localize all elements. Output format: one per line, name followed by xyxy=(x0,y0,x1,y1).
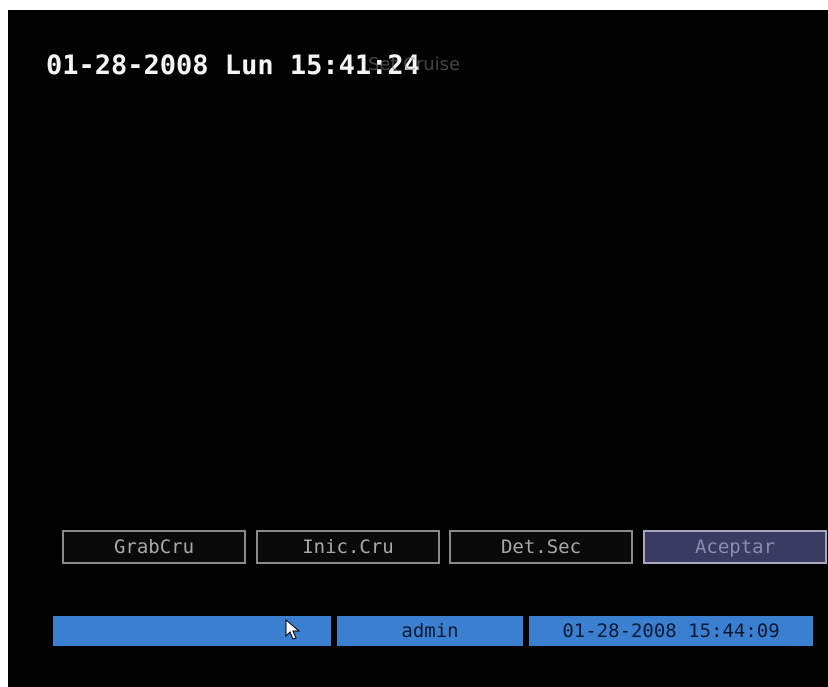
status-bar-left xyxy=(53,616,331,646)
status-bar: admin 01-28-2008 15:44:09 xyxy=(53,616,819,646)
dvr-screen: 01-28-2008 Lun 15:41:24 Set Cruise GrabC… xyxy=(8,10,828,687)
start-cruise-label: Inic.Cru xyxy=(302,536,394,558)
accept-button[interactable]: Aceptar xyxy=(643,530,827,564)
mouse-pointer-icon xyxy=(285,619,301,640)
stop-sequence-button[interactable]: Det.Sec xyxy=(449,530,633,564)
osd-ghost-title: Set Cruise xyxy=(368,54,461,75)
start-cruise-button[interactable]: Inic.Cru xyxy=(256,530,440,564)
record-cruise-button[interactable]: GrabCru xyxy=(62,530,246,564)
stop-sequence-label: Det.Sec xyxy=(500,536,582,558)
status-datetime: 01-28-2008 15:44:09 xyxy=(529,616,813,646)
current-user: admin xyxy=(337,616,523,646)
record-cruise-label: GrabCru xyxy=(113,536,195,558)
osd-timestamp: 01-28-2008 Lun 15:41:24 xyxy=(46,50,420,81)
accept-label: Aceptar xyxy=(694,536,776,558)
